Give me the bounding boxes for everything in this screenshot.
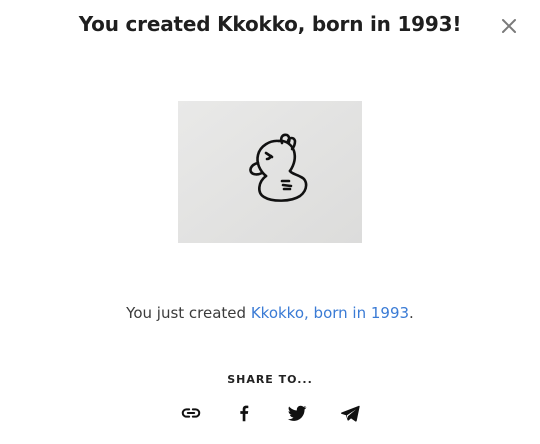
share-modal: You created Kkokko, born in 1993! You ju… — [0, 0, 540, 444]
link-icon — [181, 408, 200, 418]
share-link-button[interactable] — [180, 402, 202, 424]
share-twitter-button[interactable] — [286, 402, 308, 424]
modal-title: You created Kkokko, born in 1993! — [78, 12, 462, 36]
telegram-icon — [340, 405, 360, 422]
artwork-link[interactable]: Kkokko, born in 1993 — [251, 304, 409, 322]
created-message: You just created Kkokko, born in 1993. — [0, 304, 540, 322]
share-telegram-button[interactable] — [339, 402, 361, 424]
twitter-icon — [287, 405, 306, 421]
share-label: SHARE TO... — [227, 373, 313, 386]
duck-drawing — [178, 101, 362, 243]
share-facebook-button[interactable] — [233, 402, 255, 424]
close-icon — [502, 19, 516, 33]
share-icons — [0, 402, 540, 424]
message-suffix: . — [409, 304, 414, 322]
message-prefix: You just created — [126, 304, 251, 322]
facebook-icon — [239, 405, 248, 422]
artwork-image — [178, 101, 362, 243]
close-button[interactable] — [500, 17, 518, 35]
